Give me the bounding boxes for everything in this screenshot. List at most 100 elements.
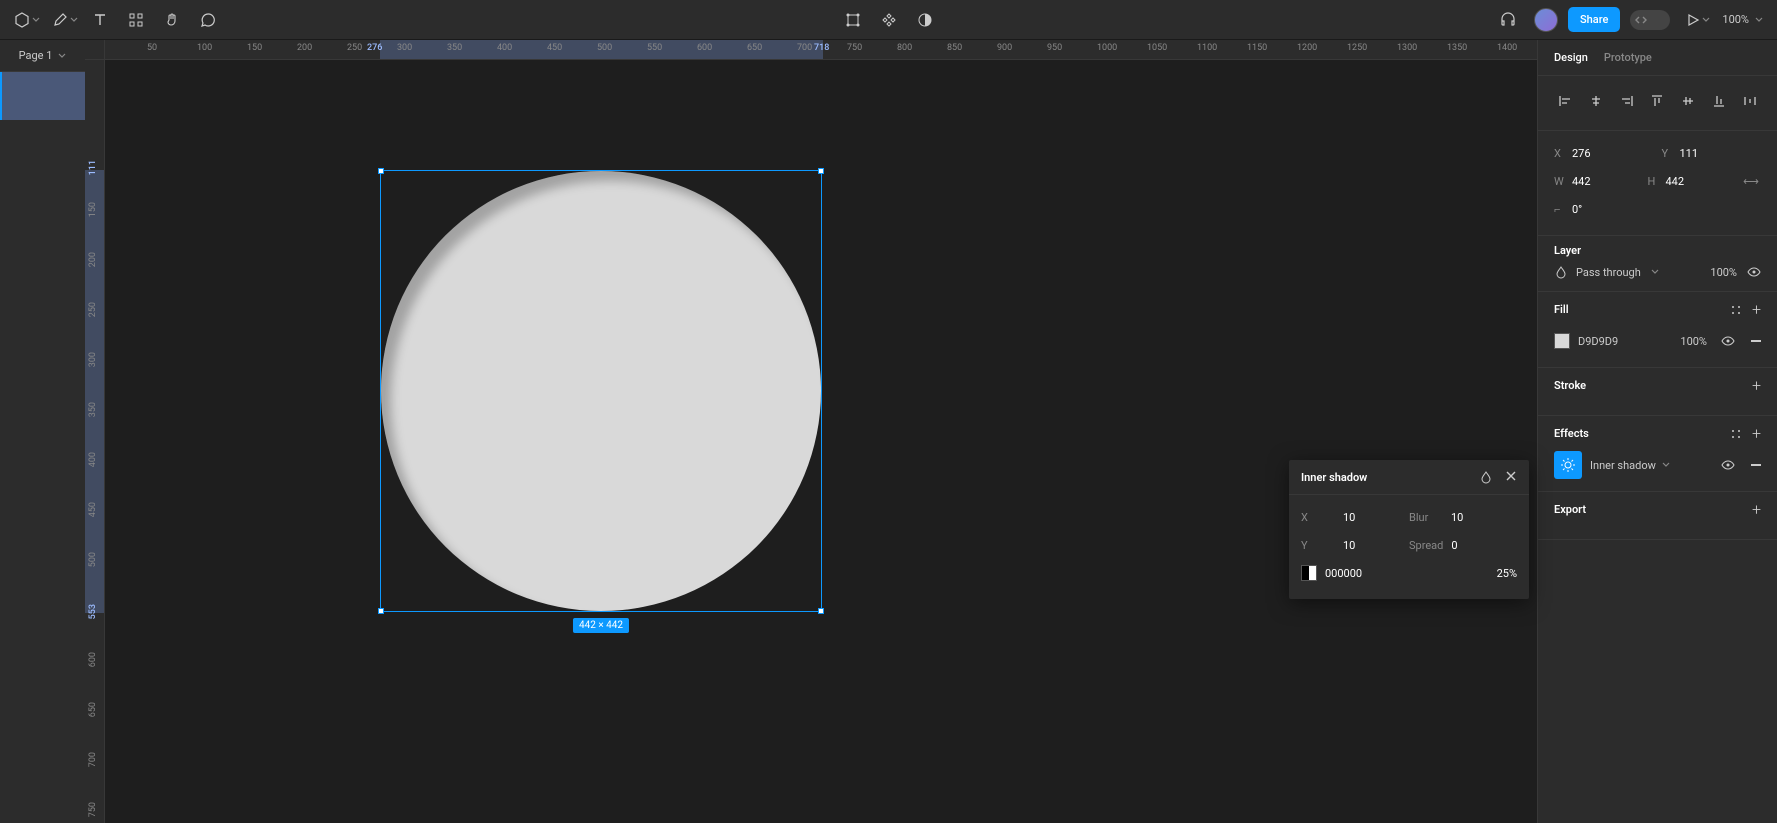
shadow-spread-field[interactable]: Spread0 xyxy=(1409,539,1517,552)
ruler-tick: 1300 xyxy=(1397,43,1417,53)
stroke-title: Stroke xyxy=(1554,379,1586,392)
canvas[interactable]: 442 × 442 xyxy=(105,60,1537,823)
effect-type-select[interactable]: Inner shadow xyxy=(1590,459,1713,472)
code-icon xyxy=(1635,14,1647,26)
fill-opacity[interactable]: 100% xyxy=(1680,335,1707,348)
effect-settings-button[interactable] xyxy=(1554,451,1582,479)
shadow-color-swatch[interactable] xyxy=(1301,565,1317,581)
layer-item-selected[interactable] xyxy=(0,72,85,120)
x-field[interactable]: X276 xyxy=(1554,147,1654,160)
ruler-tick: 450 xyxy=(88,502,98,517)
shadow-blur-field[interactable]: Blur10 xyxy=(1409,511,1517,524)
align-top[interactable] xyxy=(1646,90,1668,112)
handle-bl[interactable] xyxy=(378,608,384,614)
comment-tool[interactable] xyxy=(192,4,224,36)
handle-tr[interactable] xyxy=(818,168,824,174)
pen-tool[interactable] xyxy=(46,4,80,36)
hand-tool[interactable] xyxy=(156,4,188,36)
selection-box[interactable]: 442 × 442 xyxy=(380,170,822,612)
ellipse-shape[interactable] xyxy=(381,171,821,611)
eye-icon[interactable] xyxy=(1747,265,1761,279)
blend-icon[interactable] xyxy=(1479,470,1493,484)
style-icon[interactable] xyxy=(1730,304,1742,316)
support-button[interactable] xyxy=(1492,4,1524,36)
text-icon xyxy=(92,12,108,28)
add-stroke[interactable]: + xyxy=(1752,376,1761,395)
resources-tool[interactable] xyxy=(120,4,152,36)
ruler-tick: 1050 xyxy=(1147,43,1167,53)
remove-effect[interactable] xyxy=(1751,464,1761,466)
popup-title: Inner shadow xyxy=(1301,471,1367,484)
add-export[interactable]: + xyxy=(1752,500,1761,519)
text-tool[interactable] xyxy=(84,4,116,36)
component-tool[interactable] xyxy=(873,4,905,36)
style-icon[interactable] xyxy=(1730,428,1742,440)
lock-aspect[interactable]: ⟷ xyxy=(1741,175,1761,188)
layer-section: Layer Pass through 100% xyxy=(1538,236,1777,292)
align-hcenter[interactable] xyxy=(1585,90,1607,112)
ruler-vertical[interactable]: 111 553 15020025030035040045050060065070… xyxy=(85,60,105,823)
y-field[interactable]: Y111 xyxy=(1662,147,1762,160)
shape-tool[interactable] xyxy=(8,4,42,36)
eye-icon[interactable] xyxy=(1721,458,1735,472)
handle-br[interactable] xyxy=(818,608,824,614)
frame-icon xyxy=(845,12,861,28)
zoom-value: 100% xyxy=(1722,13,1749,26)
handle-tl[interactable] xyxy=(378,168,384,174)
ruler-tick: 1150 xyxy=(1247,43,1267,53)
fill-swatch[interactable] xyxy=(1554,333,1570,349)
tab-design[interactable]: Design xyxy=(1554,51,1588,64)
right-panel: Design Prototype X276 Y111 W442 H442 xyxy=(1537,40,1777,823)
eye-icon[interactable] xyxy=(1721,334,1735,348)
ruler-horizontal[interactable]: 276 718 50100150200250300350400450500550… xyxy=(105,40,1537,60)
add-effect[interactable]: + xyxy=(1752,424,1761,443)
play-icon xyxy=(1686,13,1700,27)
ruler-tick: 600 xyxy=(697,43,712,53)
ruler-tick: 50 xyxy=(147,43,157,53)
w-field[interactable]: W442 xyxy=(1554,175,1640,188)
fill-title: Fill xyxy=(1554,303,1569,316)
close-icon[interactable] xyxy=(1505,470,1517,482)
shadow-y-field[interactable]: Y10 xyxy=(1301,539,1409,552)
present-button[interactable] xyxy=(1680,4,1712,36)
ruler-tick: 250 xyxy=(88,302,98,317)
frame-tool[interactable] xyxy=(837,4,869,36)
headphones-icon xyxy=(1499,11,1517,29)
shadow-opacity[interactable]: 25% xyxy=(1497,567,1517,580)
dev-mode-toggle[interactable] xyxy=(1630,10,1670,30)
align-vcenter[interactable] xyxy=(1677,90,1699,112)
ruler-tick: 300 xyxy=(88,352,98,367)
remove-fill[interactable] xyxy=(1751,340,1761,342)
zoom-control[interactable]: 100% xyxy=(1716,13,1769,26)
shadow-x-field[interactable]: X10 xyxy=(1301,511,1409,524)
page-selector[interactable]: Page 1 xyxy=(0,40,85,72)
ruler-tick: 850 xyxy=(947,43,962,53)
sun-icon xyxy=(1560,457,1576,473)
fill-hex[interactable]: D9D9D9 xyxy=(1578,335,1672,348)
ruler-tick: 1100 xyxy=(1197,43,1217,53)
align-left[interactable] xyxy=(1554,90,1576,112)
h-field[interactable]: H442 xyxy=(1648,175,1734,188)
ruler-tick: 700 xyxy=(88,752,98,767)
tab-prototype[interactable]: Prototype xyxy=(1604,51,1652,64)
align-distribute[interactable] xyxy=(1739,90,1761,112)
ruler-tick: 400 xyxy=(88,452,98,467)
mask-tool[interactable] xyxy=(909,4,941,36)
hand-icon xyxy=(164,12,180,28)
rotation-field[interactable]: ⌐0° xyxy=(1554,203,1761,216)
add-fill[interactable]: + xyxy=(1752,300,1761,319)
comment-icon xyxy=(200,12,216,28)
ruler-tick: 400 xyxy=(497,43,512,53)
share-button[interactable]: Share xyxy=(1568,7,1620,32)
layer-opacity[interactable]: 100% xyxy=(1710,266,1737,279)
shadow-color-hex[interactable]: 000000 xyxy=(1325,567,1497,580)
ruler-tick: 250 xyxy=(347,43,362,53)
ruler-tick: 800 xyxy=(897,43,912,53)
avatar[interactable] xyxy=(1534,8,1558,32)
align-bottom[interactable] xyxy=(1708,90,1730,112)
ruler-tick: 750 xyxy=(88,802,98,817)
ruler-tick: 200 xyxy=(297,43,312,53)
blend-mode-select[interactable]: Pass through xyxy=(1554,265,1659,279)
align-right[interactable] xyxy=(1616,90,1638,112)
stroke-section: Stroke + xyxy=(1538,368,1777,416)
